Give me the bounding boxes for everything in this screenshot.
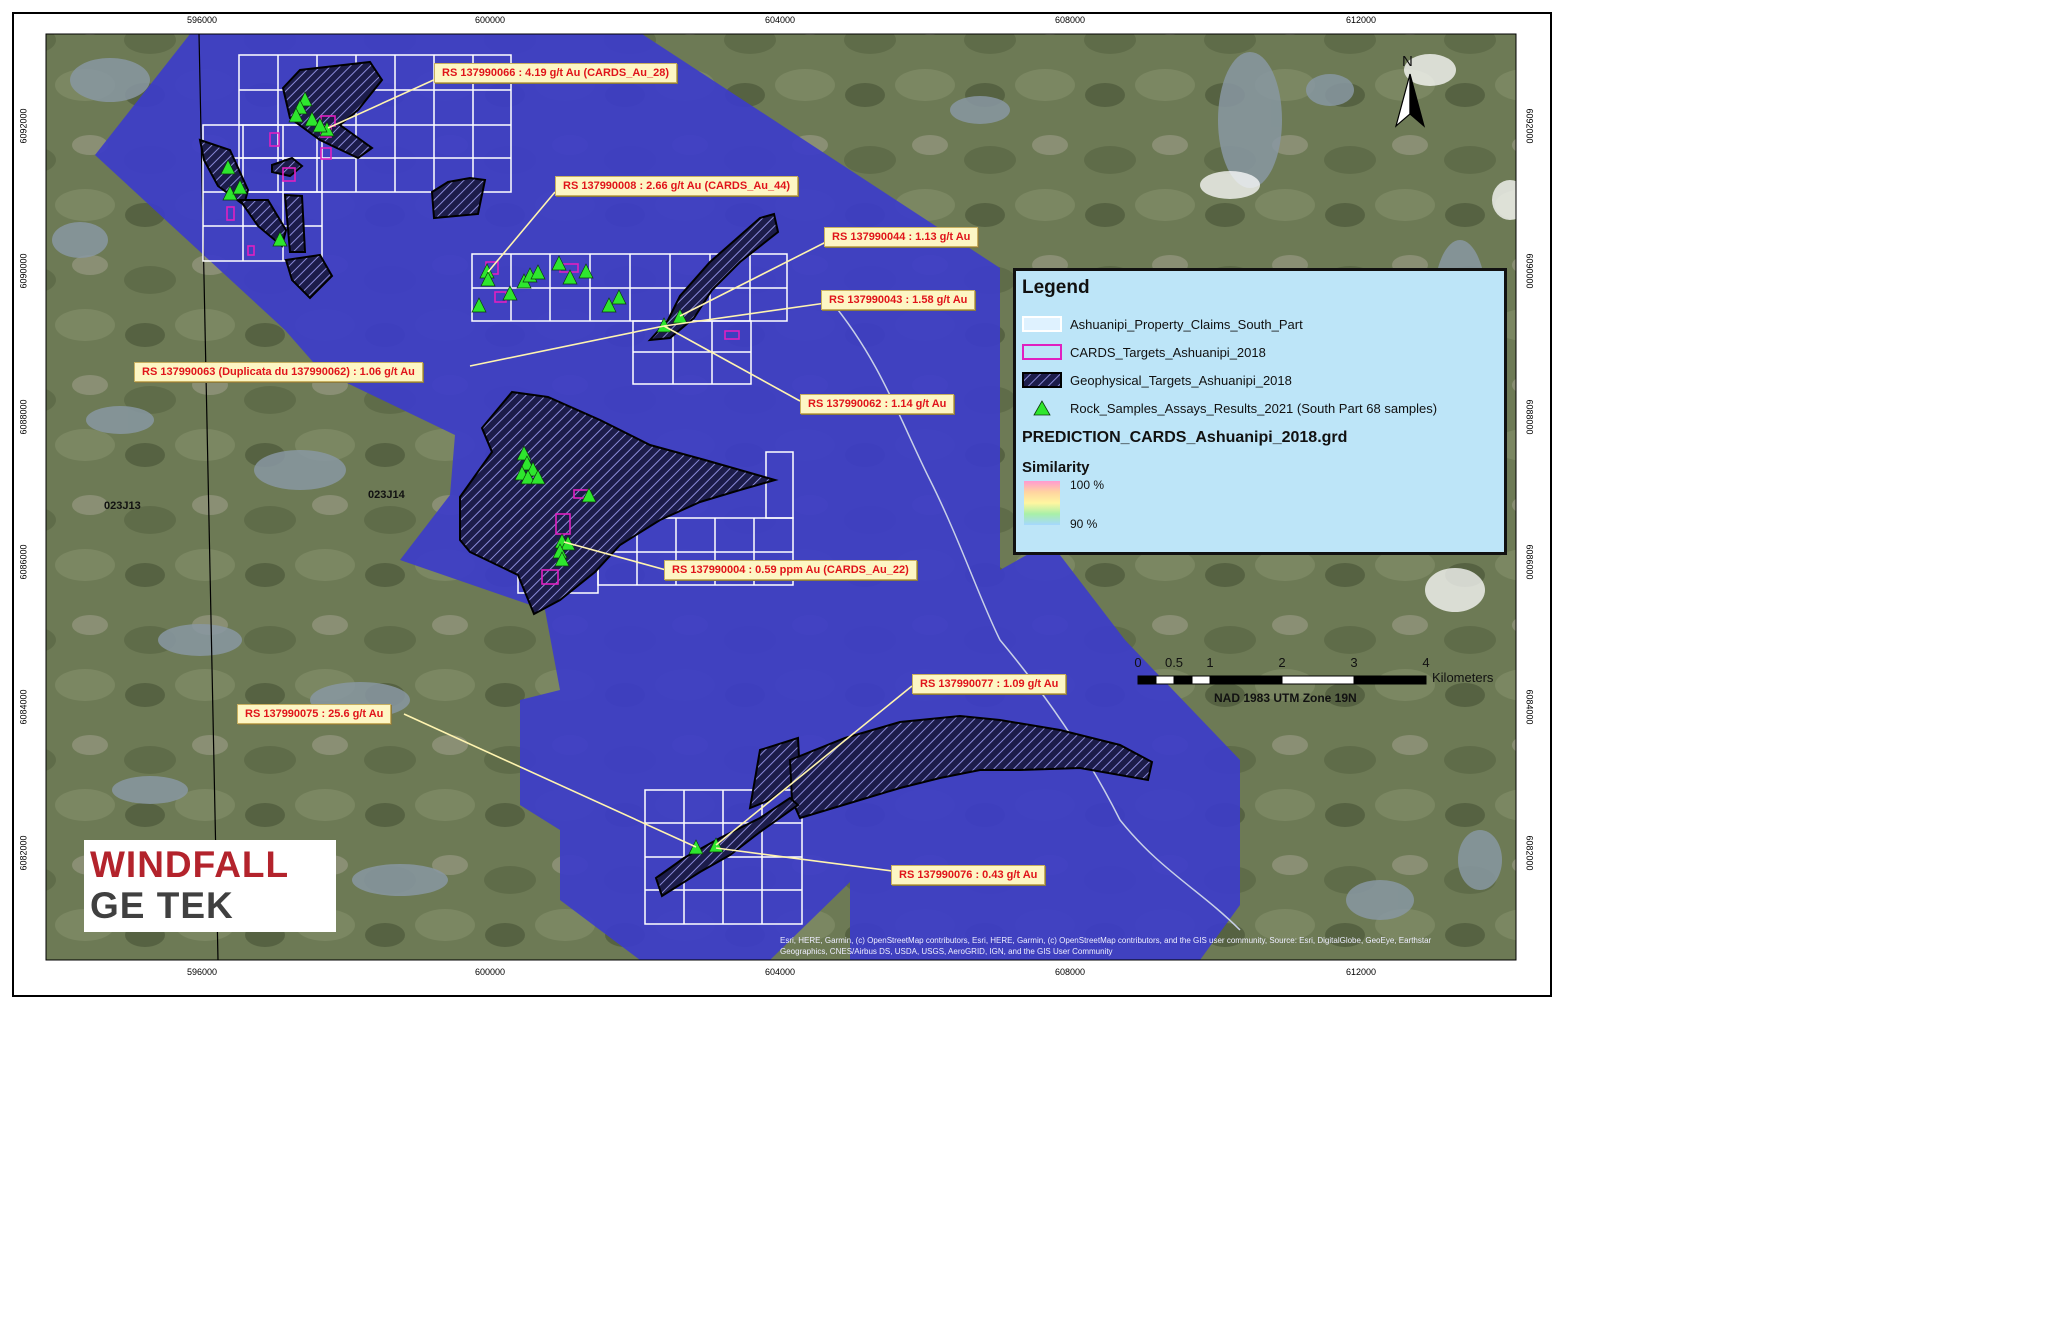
- scale-bar-label: 3: [1350, 655, 1358, 670]
- nts-sheet-label: 023J13: [104, 500, 141, 512]
- assay-callout: RS 137990004 : 0.59 ppm Au (CARDS_Au_22): [664, 560, 917, 580]
- assay-callout: RS 137990008 : 2.66 g/t Au (CARDS_Au_44): [555, 176, 799, 196]
- scale-bar-label: 1: [1206, 655, 1214, 670]
- legend-item-cards-targets: CARDS_Targets_Ashuanipi_2018: [1022, 341, 1266, 363]
- legend-item-label: Geophysical_Targets_Ashuanipi_2018: [1070, 372, 1292, 388]
- legend-panel: Legend Ashuanipi_Property_Claims_South_P…: [1013, 268, 1507, 555]
- basemap-attribution: Esri, HERE, Garmin, (c) OpenStreetMap co…: [780, 936, 1432, 956]
- geophysical-target-swatch-icon: [1022, 372, 1062, 388]
- y-tick-label: 6090000: [18, 253, 29, 289]
- legend-item-claims: Ashuanipi_Property_Claims_South_Part: [1022, 313, 1303, 335]
- north-arrow-label: N: [1402, 53, 1413, 70]
- y-tick-label: 6082000: [1524, 835, 1535, 871]
- claims-swatch-icon: [1022, 316, 1062, 332]
- nts-sheet-label: 023J14: [368, 489, 405, 501]
- assay-callout: RS 137990044 : 1.13 g/t Au: [824, 227, 979, 247]
- legend-item-label: Ashuanipi_Property_Claims_South_Part: [1070, 316, 1303, 332]
- logo-line-2: GE TEK: [90, 885, 234, 926]
- assay-callout: RS 137990076 : 0.43 g/t Au: [891, 865, 1046, 885]
- similarity-color-ramp: [1024, 481, 1060, 525]
- legend-item-rock-samples: Rock_Samples_Assays_Results_2021 (South …: [1022, 397, 1437, 419]
- assay-callout: RS 137990062 : 1.14 g/t Au: [800, 394, 955, 414]
- scale-bar-label: 4: [1422, 655, 1430, 670]
- x-tick-label: 608000: [1054, 15, 1086, 25]
- projection-label: NAD 1983 UTM Zone 19N: [1214, 691, 1357, 705]
- y-tick-label: 6082000: [18, 835, 29, 871]
- y-tick-label: 6084000: [18, 689, 29, 725]
- prediction-grid-title: PREDICTION_CARDS_Ashuanipi_2018.grd: [1022, 429, 1348, 446]
- y-tick-label: 6092000: [1524, 108, 1535, 144]
- company-logo: WINDFALL GE TEK: [84, 840, 336, 932]
- assay-callout: RS 137990077 : 1.09 g/t Au: [912, 674, 1067, 694]
- y-tick-label: 6086000: [18, 544, 29, 580]
- scale-bar-units: Kilometers: [1432, 670, 1494, 685]
- y-tick-label: 6086000: [1524, 544, 1535, 580]
- x-tick-label: 600000: [474, 967, 506, 977]
- y-tick-label: 6090000: [1524, 253, 1535, 289]
- x-tick-label: 612000: [1345, 967, 1377, 977]
- legend-item-label: CARDS_Targets_Ashuanipi_2018: [1070, 344, 1266, 360]
- legend-item-geophysical-targets: Geophysical_Targets_Ashuanipi_2018: [1022, 369, 1292, 391]
- scale-bar-label: 0.5: [1164, 655, 1184, 670]
- legend-title: Legend: [1022, 277, 1090, 298]
- y-tick-label: 6088000: [1524, 399, 1535, 435]
- x-tick-label: 608000: [1054, 967, 1086, 977]
- similarity-title: Similarity: [1022, 459, 1090, 476]
- assay-callout: RS 137990075 : 25.6 g/t Au: [237, 704, 392, 724]
- y-tick-label: 6088000: [18, 399, 29, 435]
- scale-bar: [1137, 675, 1427, 685]
- x-tick-label: 600000: [474, 15, 506, 25]
- y-tick-label: 6092000: [18, 108, 29, 144]
- assay-callout: RS 137990063 (Duplicata du 137990062) : …: [134, 362, 423, 382]
- scale-bar-label: 2: [1278, 655, 1286, 670]
- y-tick-label: 6084000: [1524, 689, 1535, 725]
- rock-sample-triangle-icon: [1033, 400, 1051, 416]
- scale-bar-label: 0: [1134, 655, 1142, 670]
- ramp-high-label: 100 %: [1070, 478, 1105, 492]
- x-tick-label: 596000: [186, 15, 218, 25]
- cards-target-swatch-icon: [1022, 344, 1062, 360]
- x-tick-label: 604000: [764, 967, 796, 977]
- logo-line-1: WINDFALL: [90, 844, 290, 885]
- x-tick-label: 612000: [1345, 15, 1377, 25]
- legend-item-label: Rock_Samples_Assays_Results_2021 (South …: [1070, 400, 1438, 416]
- ramp-low-label: 90 %: [1070, 517, 1098, 531]
- assay-callout: RS 137990043 : 1.58 g/t Au: [821, 290, 976, 310]
- x-tick-label: 604000: [764, 15, 796, 25]
- assay-callout: RS 137990066 : 4.19 g/t Au (CARDS_Au_28): [434, 63, 678, 83]
- x-tick-label: 596000: [186, 967, 218, 977]
